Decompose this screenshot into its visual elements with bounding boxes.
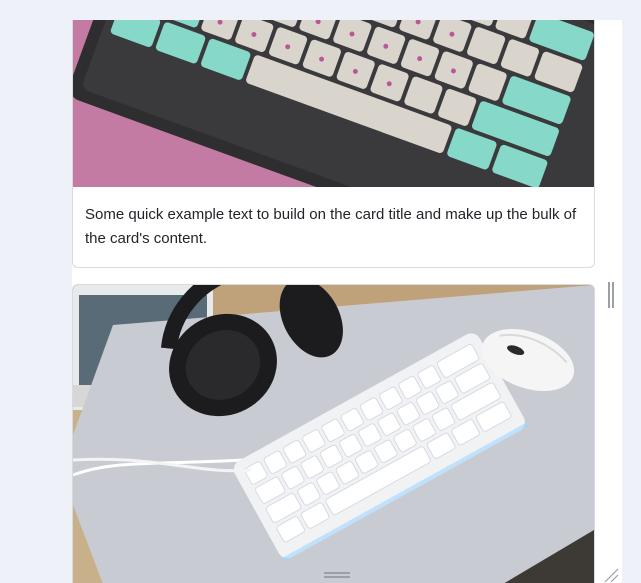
card-body: Some quick example text to build on the … [73, 187, 594, 251]
drag-handle-icon[interactable] [324, 572, 350, 580]
card [72, 284, 595, 583]
scroll-viewport[interactable]: Some quick example text to build on the … [72, 20, 622, 583]
card-image [73, 20, 594, 187]
resize-grip-icon[interactable] [603, 567, 619, 583]
card-text: Some quick example text to build on the … [85, 206, 577, 247]
split-handle-icon[interactable] [608, 282, 614, 308]
card: Some quick example text to build on the … [72, 20, 595, 268]
app-window: Some quick example text to build on the … [0, 0, 641, 583]
card-image [73, 285, 594, 583]
